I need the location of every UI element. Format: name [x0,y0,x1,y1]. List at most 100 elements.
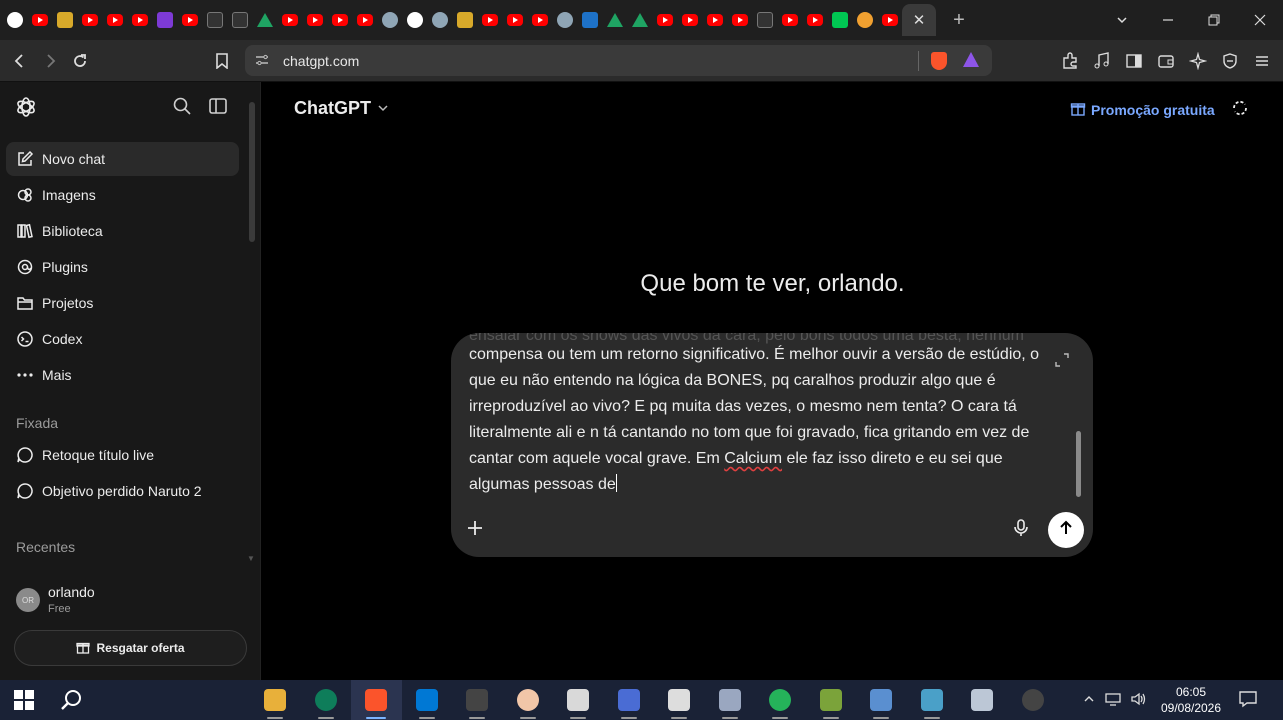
browser-tab[interactable] [730,10,750,30]
taskbar-app-laptop-app[interactable] [957,680,1008,720]
browser-tab[interactable] [105,10,125,30]
send-button[interactable] [1048,512,1084,548]
prompt-textarea[interactable]: compensa ou tem um retorno significativo… [469,342,1044,498]
browser-tab[interactable] [305,10,325,30]
taskbar-app-audio-app[interactable] [452,680,503,720]
pinned-chat-item[interactable]: Objetivo perdido Naruto 2 [6,474,239,508]
media-icon[interactable] [1089,46,1115,76]
browser-tab[interactable] [5,10,25,30]
browser-tab[interactable] [655,10,675,30]
taskbar-app-network-app[interactable] [604,680,655,720]
free-promo-button[interactable]: Promoção gratuita [1070,100,1215,119]
volume-icon[interactable] [1131,692,1147,709]
microphone-icon[interactable] [1011,518,1033,540]
bookmark-icon[interactable] [207,46,237,76]
taskbar-app-speedometer-app[interactable] [1008,680,1059,720]
taskbar-app-gamepad-app[interactable] [705,680,756,720]
scroll-down-arrow-icon[interactable]: ▼ [247,554,255,563]
pinned-chat-item[interactable]: Retoque título live [6,438,239,472]
taskbar-app-game-character[interactable] [503,680,554,720]
address-bar[interactable]: chatgpt.com [245,45,992,76]
sidebar-item-projects[interactable]: Projetos [6,286,239,320]
browser-tab[interactable] [605,10,625,30]
tab-search-icon[interactable] [1099,0,1145,40]
active-tab-close-button[interactable]: ✕ [902,4,936,36]
add-attachment-icon[interactable] [465,518,487,540]
taskbar-app-store[interactable] [402,680,453,720]
browser-tab[interactable] [355,10,375,30]
browser-tab[interactable] [155,10,175,30]
browser-tab[interactable] [480,10,500,30]
browser-tab[interactable] [805,10,825,30]
taskbar-app-bee-app[interactable] [553,680,604,720]
leo-ai-icon[interactable] [1185,46,1211,76]
sidebar-panel-icon[interactable] [1121,46,1147,76]
taskbar-app-toolkit-app[interactable] [907,680,958,720]
menu-icon[interactable] [1249,46,1275,76]
vpn-shield-icon[interactable] [1217,46,1243,76]
wallet-icon[interactable] [1153,46,1179,76]
windows-start-icon[interactable] [14,690,34,710]
user-profile[interactable]: OR orlando Free [0,576,261,622]
minimize-button[interactable] [1145,0,1191,40]
browser-tab[interactable] [680,10,700,30]
toggle-sidebar-icon[interactable] [208,96,230,118]
network-icon[interactable] [1105,692,1121,709]
model-selector[interactable]: ChatGPT [294,98,389,119]
browser-tab[interactable] [505,10,525,30]
sidebar-item-new-chat[interactable]: Novo chat [6,142,239,176]
close-window-button[interactable] [1237,0,1283,40]
taskbar-app-wolf-app[interactable] [654,680,705,720]
browser-tab[interactable] [755,10,775,30]
restore-button[interactable] [1191,0,1237,40]
notification-icon[interactable] [1238,689,1260,711]
browser-tab[interactable] [705,10,725,30]
browser-tab[interactable] [630,10,650,30]
browser-tab[interactable] [555,10,575,30]
browser-tab[interactable] [380,10,400,30]
browser-tab[interactable] [205,10,225,30]
taskbar-app-green-app[interactable] [755,680,806,720]
browser-tab[interactable] [880,10,900,30]
browser-tab[interactable] [255,10,275,30]
sidebar-item-images[interactable]: Imagens [6,178,239,212]
browser-tab[interactable] [455,10,475,30]
browser-tab[interactable] [180,10,200,30]
redeem-offer-button[interactable]: Resgatar oferta [14,630,247,666]
temporary-chat-icon[interactable] [1230,98,1252,120]
taskbar-clock[interactable]: 06:05 09/08/2026 [1155,684,1227,716]
browser-tab[interactable] [580,10,600,30]
brave-rewards-icon[interactable] [963,52,979,67]
extensions-icon[interactable] [1057,46,1083,76]
browser-tab[interactable] [230,10,250,30]
browser-tab[interactable] [830,10,850,30]
browser-tab[interactable] [405,10,425,30]
taskbar-search-icon[interactable] [60,688,84,712]
taskbar-app-remote-app[interactable] [856,680,907,720]
browser-tab[interactable] [430,10,450,30]
taskbar-app-file-explorer[interactable] [250,680,301,720]
sidebar-item-library[interactable]: Biblioteca [6,214,239,248]
sidebar-item-codex[interactable]: Codex [6,322,239,356]
composer-scrollbar[interactable] [1076,431,1081,497]
openai-logo-icon[interactable] [15,96,37,118]
sidebar-item-plugins[interactable]: Plugins [6,250,239,284]
chevron-up-icon[interactable] [1083,693,1095,708]
site-info-icon[interactable] [255,53,269,70]
browser-tab[interactable] [530,10,550,30]
browser-tab[interactable] [130,10,150,30]
browser-tab[interactable] [855,10,875,30]
brave-shields-icon[interactable] [931,52,947,70]
browser-tab[interactable] [80,10,100,30]
message-composer[interactable]: ensaiar com os shows das vivos da cara, … [451,333,1093,557]
back-icon[interactable] [5,46,35,76]
expand-icon[interactable] [1055,353,1071,369]
taskbar-app-opera-gx[interactable] [301,680,352,720]
browser-tab[interactable] [330,10,350,30]
search-icon[interactable] [172,96,194,118]
browser-tab[interactable] [780,10,800,30]
browser-tab[interactable] [30,10,50,30]
taskbar-app-brave[interactable] [351,680,402,720]
sidebar-scrollbar[interactable] [249,102,255,242]
sidebar-item-more[interactable]: Mais [6,358,239,392]
